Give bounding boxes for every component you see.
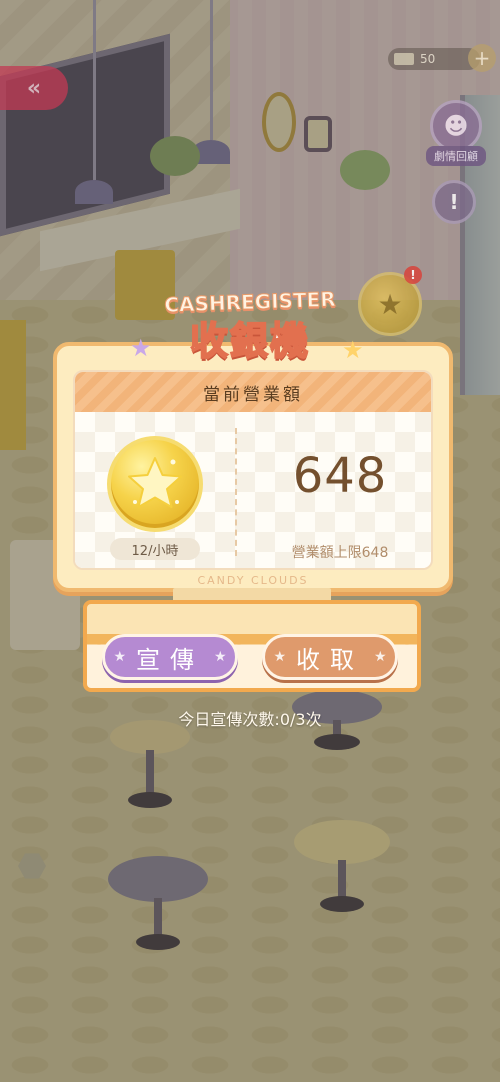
star-coin-icon — [107, 436, 203, 532]
star-icon: ★ — [214, 649, 227, 665]
exclamation-icon: ! — [449, 190, 459, 214]
title-chinese: 收銀機 — [189, 318, 310, 364]
alert-badge: ! — [404, 266, 422, 284]
star-icon: ★ — [273, 649, 286, 665]
notice-button[interactable]: ! — [432, 180, 476, 224]
promote-label: 宣傳 — [136, 645, 204, 674]
star-icon: ★ — [113, 649, 126, 665]
alert-glyph: ! — [410, 268, 416, 282]
plus-icon: + — [473, 46, 491, 70]
current-revenue: 648 — [292, 448, 388, 504]
revenue-card: 當前營業額 12/小時 648 營業額上限648 — [73, 370, 433, 570]
kuromi-avatar-icon: ☻ — [430, 100, 482, 152]
promote-button[interactable]: ★ 宣傳 ★ — [102, 634, 238, 680]
yellow-star-icon: ★ — [342, 336, 364, 364]
cash-register-panel: 當前營業額 12/小時 648 營業額上限648 CANDY CLOUDS — [53, 342, 453, 592]
divider — [235, 428, 237, 556]
story-review-label: 劇情回顧 — [426, 146, 486, 166]
ticket-counter: 50 — [388, 48, 480, 70]
star-icon: ★ — [374, 649, 387, 665]
collect-label: 收取 — [296, 645, 364, 674]
cash-register-title: CASHREGISTER 收銀機 — [150, 287, 350, 370]
brand-label: CANDY CLOUDS — [197, 574, 309, 587]
purple-star-icon: ★ — [130, 334, 152, 362]
revenue-limit: 營業額上限648 — [291, 545, 389, 561]
collect-button[interactable]: ★ 收取 ★ — [262, 634, 398, 680]
income-rate: 12/小時 — [110, 538, 200, 560]
add-tickets-button[interactable]: + — [468, 44, 496, 72]
ticket-count: 50 — [420, 52, 436, 66]
daily-promo-count: 今日宣傳次數:0/3次 — [178, 710, 322, 729]
double-chevron-left-icon: « — [26, 75, 42, 101]
revenue-header: 當前營業額 — [75, 372, 431, 412]
revenue-body: 12/小時 648 營業額上限648 — [75, 412, 431, 568]
story-review-button[interactable]: ☻ 劇情回顧 — [426, 100, 486, 170]
ticket-icon — [394, 53, 414, 65]
back-button[interactable]: « — [0, 66, 68, 110]
